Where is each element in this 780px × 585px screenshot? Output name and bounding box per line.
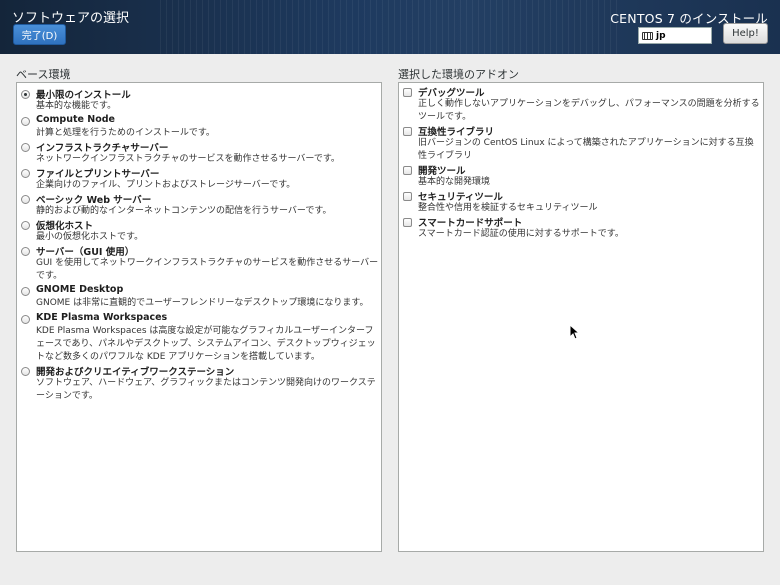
addon-desc: 旧バージョンの CentOS Linux によって構築されたアプリケーションに対… — [418, 138, 754, 161]
addon-title: セキュリティツール — [418, 192, 503, 203]
environment-title: 開発およびクリエイティブワークステーション — [36, 367, 235, 378]
environment-item[interactable]: ファイルとプリントサーバー 企業向けのファイル、プリントおよびストレージサーバー… — [17, 166, 381, 192]
addon-item[interactable]: 互換性ライブラリ 旧バージョンの CentOS Linux によって構築されたア… — [399, 124, 763, 164]
radio-button[interactable] — [21, 367, 30, 376]
environment-title: KDE Plasma Workspaces — [36, 312, 168, 323]
environment-title: Compute Node — [36, 114, 115, 125]
radio-button[interactable] — [21, 315, 30, 324]
environment-desc: 企業向けのファイル、プリントおよびストレージサーバーです。 — [36, 180, 296, 190]
addon-checkbox[interactable] — [403, 127, 412, 136]
addon-desc: 基本的な開発環境 — [418, 177, 491, 187]
environment-desc: 基本的な機能です。 — [36, 101, 117, 111]
environment-item[interactable]: Compute Node 計算と処理を行うためのインストールです。 — [17, 114, 381, 140]
addon-checkbox[interactable] — [403, 88, 412, 97]
addons-label: 選択した環境のアドオン — [398, 68, 519, 81]
environment-desc: 計算と処理を行うためのインストールです。 — [36, 128, 215, 138]
addon-title: 開発ツール — [418, 166, 466, 177]
addon-item[interactable]: スマートカードサポート スマートカード認証の使用に対するサポートです。 — [399, 215, 763, 241]
addon-item[interactable]: デバッグツール 正しく動作しないアプリケーションをデバッグし、パフォーマンスの問… — [399, 85, 763, 125]
addons-list: デバッグツール 正しく動作しないアプリケーションをデバッグし、パフォーマンスの問… — [398, 82, 764, 552]
radio-button[interactable] — [21, 143, 30, 152]
environment-item[interactable]: 仮想化ホスト 最小の仮想化ホストです。 — [17, 218, 381, 244]
keyboard-icon — [642, 31, 653, 40]
environment-title: サーバー（GUI 使用） — [36, 247, 135, 258]
addon-desc: スマートカード認証の使用に対するサポートです。 — [418, 229, 624, 239]
header-bar: ソフトウェアの選択 完了(D) CENTOS 7 のインストール jp Help… — [0, 0, 780, 54]
environment-item[interactable]: 開発およびクリエイティブワークステーション ソフトウェア、ハードウェア、グラフィ… — [17, 364, 381, 404]
addon-checkbox[interactable] — [403, 166, 412, 175]
environment-item[interactable]: GNOME Desktop GNOME は非常に直観的でユーザーフレンドリーなデ… — [17, 284, 381, 312]
environment-item[interactable]: サーバー（GUI 使用） GUI を使用してネットワークインフラストラクチャのサ… — [17, 244, 381, 284]
addon-item[interactable]: セキュリティツール 整合性や信用を検証するセキュリティツール — [399, 189, 763, 215]
environment-item[interactable]: 最小限のインストール 基本的な機能です。 — [17, 87, 381, 113]
keyboard-layout-label: jp — [656, 30, 666, 41]
addon-checkbox[interactable] — [403, 218, 412, 227]
environment-item[interactable]: ベーシック Web サーバー 静的および動的なインターネットコンテンツの配信を行… — [17, 192, 381, 218]
radio-button[interactable] — [21, 221, 30, 230]
addon-title: デバッグツール — [418, 88, 485, 99]
keyboard-layout-indicator[interactable]: jp — [638, 27, 712, 44]
environment-desc: ネットワークインフラストラクチャのサービスを動作させるサーバーです。 — [36, 154, 340, 164]
mouse-pointer-icon — [569, 324, 581, 340]
environment-title: インフラストラクチャサーバー — [36, 143, 169, 154]
radio-button[interactable] — [21, 169, 30, 178]
addon-desc: 整合性や信用を検証するセキュリティツール — [418, 203, 598, 213]
environment-desc: ソフトウェア、ハードウェア、グラフィックまたはコンテンツ開発向けのワークステーシ… — [36, 378, 376, 401]
environment-title: 最小限のインストール — [36, 90, 131, 101]
environment-title: ファイルとプリントサーバー — [36, 169, 160, 180]
environment-desc: 静的および動的なインターネットコンテンツの配信を行うサーバーです。 — [36, 206, 332, 216]
addon-title: 互換性ライブラリ — [418, 127, 495, 138]
header-decoration — [160, 0, 620, 54]
environment-title: ベーシック Web サーバー — [36, 195, 152, 206]
radio-button[interactable] — [21, 247, 30, 256]
radio-button[interactable] — [21, 195, 30, 204]
environment-desc: 最小の仮想化ホストです。 — [36, 232, 144, 242]
addon-checkbox[interactable] — [403, 192, 412, 201]
environment-item[interactable]: KDE Plasma Workspaces KDE Plasma Workspa… — [17, 312, 381, 364]
base-environment-label: ベース環境 — [16, 68, 71, 81]
radio-button-selected[interactable] — [21, 90, 30, 99]
done-button[interactable]: 完了(D) — [13, 24, 66, 45]
environment-desc: GNOME は非常に直観的でユーザーフレンドリーなデスクトップ環境になります。 — [36, 298, 369, 308]
environment-desc: KDE Plasma Workspaces は高度な設定が可能なグラフィカルユー… — [36, 326, 376, 362]
environment-item[interactable]: インフラストラクチャサーバー ネットワークインフラストラクチャのサービスを動作さ… — [17, 140, 381, 166]
addon-desc: 正しく動作しないアプリケーションをデバッグし、パフォーマンスの問題を分析するツー… — [418, 99, 760, 122]
environment-title: 仮想化ホスト — [36, 221, 94, 232]
environment-title: GNOME Desktop — [36, 284, 124, 295]
radio-button[interactable] — [21, 117, 30, 126]
addon-item[interactable]: 開発ツール 基本的な開発環境 — [399, 163, 763, 189]
help-button[interactable]: Help! — [723, 23, 768, 44]
radio-button[interactable] — [21, 287, 30, 296]
addon-title: スマートカードサポート — [418, 218, 523, 229]
environment-desc: GUI を使用してネットワークインフラストラクチャのサービスを動作させるサーバー… — [36, 258, 379, 281]
base-environment-list: 最小限のインストール 基本的な機能です。 Compute Node 計算と処理を… — [16, 82, 382, 552]
